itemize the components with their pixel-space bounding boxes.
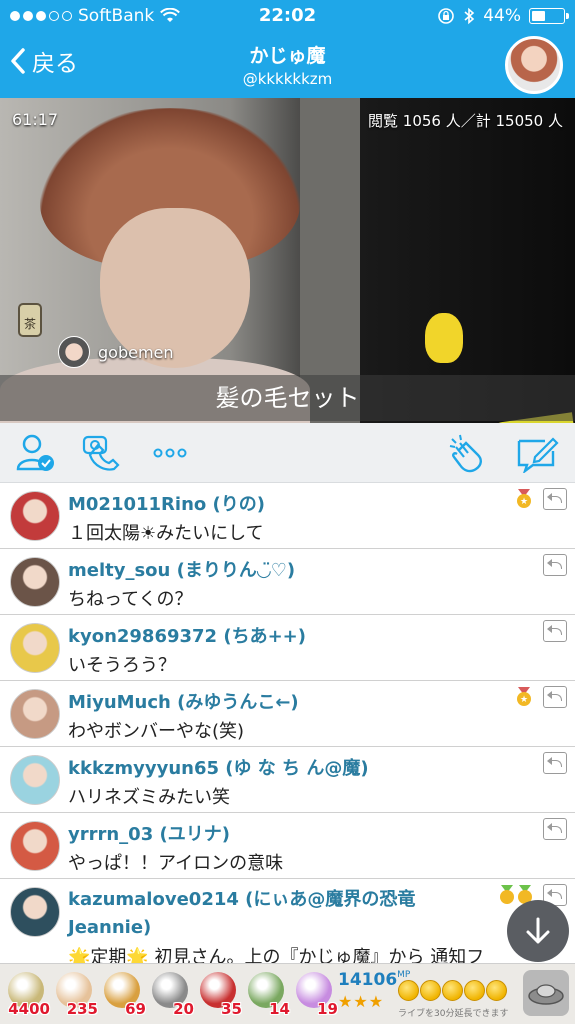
gift-bar: 4400 235 69 20 35 14 19 14106MP ★★★ ライブを… <box>0 963 575 1024</box>
battery-icon <box>529 8 569 24</box>
comment-text: ちねってくの？ <box>68 589 193 610</box>
stream-caption: 髪の毛セット <box>0 375 575 421</box>
extend-note: ライブを30分延長できます <box>398 1009 509 1019</box>
medal-icon: ★ <box>517 687 531 706</box>
gift-count: 4400 <box>8 1000 50 1018</box>
broadcaster-name: かじゅ魔 <box>249 45 326 67</box>
reply-icon[interactable] <box>543 686 567 708</box>
call-icon[interactable] <box>80 433 124 473</box>
coin-icon <box>420 980 441 1001</box>
status-right: 44% <box>437 6 569 26</box>
header-bar: SoftBank 22:02 44% 戻る かじゅ魔 @kkkkkkzm <box>0 0 575 98</box>
commenter-avatar[interactable] <box>10 491 60 541</box>
commenter-name[interactable]: MiyuMuch (みゆうんこ←) <box>68 688 299 714</box>
reply-icon[interactable] <box>543 554 567 576</box>
medal-icon: ★ <box>517 489 531 508</box>
reply-icon[interactable] <box>543 488 567 510</box>
tea-gift-icon: 茶 <box>18 303 42 337</box>
commenter-avatar[interactable] <box>10 557 60 607</box>
gift-tea[interactable]: 4400 <box>2 968 50 1020</box>
viewer-count: 閲覧 1056 人／計 15050 人 <box>368 112 563 130</box>
mp-value: 14106 <box>338 970 398 990</box>
commenter-avatar[interactable] <box>10 821 60 871</box>
gift-cracker[interactable]: 69 <box>98 968 146 1020</box>
commenter-name[interactable]: yrrrn_03 (ユリナ) <box>68 820 230 846</box>
coin-icon <box>486 980 507 1001</box>
commenter-avatar[interactable] <box>10 623 60 673</box>
svg-text:★: ★ <box>520 497 528 507</box>
comment-list[interactable]: M021011Rino (りの) １回太陽☀みたいにして ★ melty_sou… <box>0 483 575 963</box>
comment-text: ハリネズミみたい笑 <box>68 787 230 808</box>
reply-icon[interactable] <box>543 752 567 774</box>
comment-text: わやボンバーやな(笑) <box>68 721 245 742</box>
more-icon[interactable] <box>150 433 194 473</box>
comment-item[interactable]: M021011Rino (りの) １回太陽☀みたいにして ★ <box>0 483 575 549</box>
gift-ufo[interactable]: 20 <box>146 968 194 1020</box>
comment-text: １回太陽☀みたいにして <box>68 523 264 544</box>
coin-icon <box>398 980 419 1001</box>
gift-dog[interactable]: 235 <box>50 968 98 1020</box>
gift-count: 14 <box>269 1000 290 1018</box>
bluetooth-icon <box>464 7 475 25</box>
applause-icon[interactable] <box>448 433 492 473</box>
commenter-name[interactable]: kkkzmyyyun65 (ゆ な ち ん@魔) <box>68 754 369 780</box>
comment-item[interactable]: melty_sou (まりりん◡̈♡) ちねってくの？ <box>0 549 575 615</box>
comment-item[interactable]: yrrrn_03 (ユリナ) やっぱ！！アイロンの意味 <box>0 813 575 879</box>
reply-icon[interactable] <box>543 818 567 840</box>
comment-item[interactable]: kazumalove0214 (にぃあ@魔界の恐竜 Jeannie) 🌟定期🌟 … <box>0 879 575 963</box>
rotation-lock-icon <box>438 8 455 24</box>
comment-item[interactable]: kyon29869372 (ちあ++) いそうろう？ <box>0 615 575 681</box>
gift-count: 19 <box>317 1000 338 1018</box>
gift-bear[interactable]: 19 <box>290 968 338 1020</box>
compose-comment-icon[interactable] <box>515 433 559 473</box>
commenter-name[interactable]: kazumalove0214 (にぃあ@魔界の恐竜 Jeannie) <box>68 886 488 942</box>
status-bar: SoftBank 22:02 44% <box>0 0 575 32</box>
battery-percent: 44% <box>483 6 521 26</box>
commenter-avatar[interactable] <box>10 887 60 937</box>
ufo-icon <box>528 984 564 1005</box>
svg-text:★: ★ <box>520 695 528 705</box>
gift-wreath[interactable]: 14 <box>242 968 290 1020</box>
gift-sender-avatar <box>58 336 90 368</box>
comment-text: やっぱ！！アイロンの意味 <box>68 853 284 874</box>
comment-item[interactable]: kkkzmyyyun65 (ゆ な ち ん@魔) ハリネズミみたい笑 <box>0 747 575 813</box>
commenter-name[interactable]: melty_sou (まりりん◡̈♡) <box>68 556 295 582</box>
elapsed-time: 61:17 <box>12 110 59 129</box>
gift-sender: gobemen <box>58 336 174 368</box>
arrow-down-icon <box>526 917 550 944</box>
broadcaster-title: かじゅ魔 @kkkkkkzm <box>0 41 575 88</box>
comment-item[interactable]: MiyuMuch (みゆうんこ←) わやボンバーやな(笑) ★ <box>0 681 575 747</box>
comment-text: 🌟定期🌟 初見さん。上の『かじゅ魔』から 通知フ <box>68 947 485 963</box>
live-video[interactable]: 61:17 閲覧 1056 人／計 15050 人 茶 gobemen 髪の毛セ… <box>0 98 575 423</box>
commenter-avatar[interactable] <box>10 755 60 805</box>
gift-sender-name: gobemen <box>98 342 174 362</box>
commenter-avatar[interactable] <box>10 689 60 739</box>
video-figurine <box>425 313 463 363</box>
scroll-to-bottom-button[interactable] <box>507 900 569 962</box>
action-toolbar <box>0 423 575 483</box>
reply-icon[interactable] <box>543 620 567 642</box>
profile-icon[interactable] <box>14 433 58 473</box>
gift-count: 35 <box>221 1000 242 1018</box>
comment-text: いそうろう？ <box>68 655 176 676</box>
gift-count: 20 <box>173 1000 194 1018</box>
commenter-name[interactable]: kyon29869372 (ちあ++) <box>68 622 306 648</box>
mp-unit: MP <box>397 970 411 980</box>
ufo-menu-button[interactable] <box>523 970 569 1016</box>
coin-icon <box>442 980 463 1001</box>
tea-gift-label: 茶 <box>23 316 36 331</box>
gift-count: 235 <box>66 1000 98 1018</box>
broadcaster-handle: @kkkkkkzm <box>242 70 333 88</box>
broadcaster-avatar[interactable] <box>505 36 563 94</box>
gift-count: 69 <box>125 1000 146 1018</box>
extend-coins[interactable] <box>398 980 507 1001</box>
gift-daruma[interactable]: 35 <box>194 968 242 1020</box>
commenter-name[interactable]: M021011Rino (りの) <box>68 490 265 516</box>
coin-icon <box>464 980 485 1001</box>
